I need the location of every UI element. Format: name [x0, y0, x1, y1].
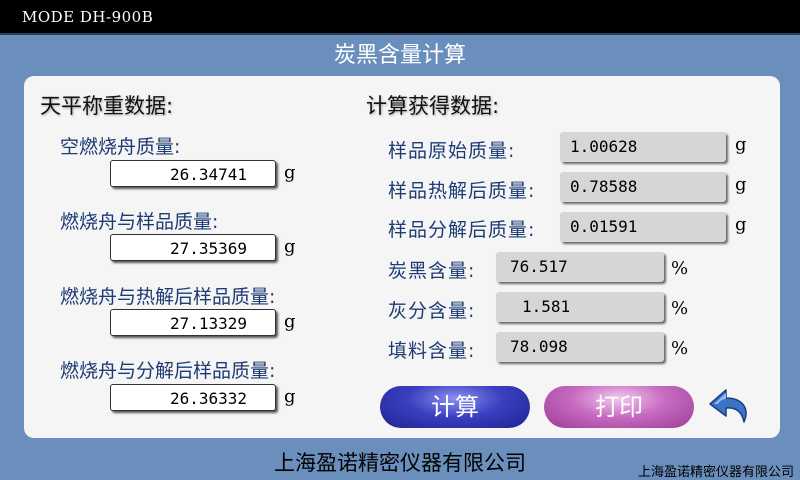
empty-boat-mass-label: 空燃烧舟质量:	[60, 136, 181, 158]
filler-content-value: 78.098	[496, 332, 664, 362]
boat-sample-mass-unit: g	[284, 236, 296, 257]
filler-content-unit: %	[671, 338, 689, 359]
decomposed-mass-label: 样品分解后质量:	[388, 219, 536, 241]
boat-sample-mass-input[interactable]: 27.35369	[110, 234, 276, 261]
boat-pyrolyzed-mass-label: 燃烧舟与热解后样品质量:	[60, 286, 276, 308]
company-name-small: 上海盈诺精密仪器有限公司	[637, 465, 794, 480]
print-button[interactable]: 打印	[544, 386, 694, 428]
calculate-button[interactable]: 计算	[380, 386, 530, 428]
pyrolyzed-mass-value: 0.78588	[560, 172, 726, 202]
boat-decomposed-mass-unit: g	[284, 386, 296, 407]
empty-boat-mass-unit: g	[284, 162, 296, 183]
boat-decomposed-mass-label: 燃烧舟与分解后样品质量:	[60, 360, 276, 382]
calculated-data-heading: 计算获得数据:	[366, 94, 500, 118]
ash-content-label: 灰分含量:	[388, 300, 476, 322]
decomposed-mass-unit: g	[735, 214, 747, 235]
original-mass-value: 1.00628	[560, 132, 726, 162]
carbon-black-content-label: 炭黑含量:	[388, 260, 476, 282]
ash-content-value: 1.581	[496, 292, 664, 322]
main-panel: 天平称重数据: 空燃烧舟质量: 26.34741 g 燃烧舟与样品质量: 27.…	[24, 76, 780, 438]
top-bar: MODE DH-900B	[0, 0, 800, 35]
filler-content-label: 填料含量:	[388, 340, 476, 362]
ash-content-unit: %	[671, 298, 689, 319]
pyrolyzed-mass-unit: g	[735, 174, 747, 195]
weighing-data-heading: 天平称重数据:	[40, 94, 174, 118]
back-arrow-icon[interactable]	[706, 386, 752, 426]
page-title: 炭黑含量计算	[333, 43, 466, 68]
pyrolyzed-mass-label: 样品热解后质量:	[388, 180, 536, 202]
empty-boat-mass-input[interactable]: 26.34741	[110, 160, 276, 187]
boat-decomposed-mass-input[interactable]: 26.36332	[110, 384, 276, 411]
original-mass-unit: g	[735, 134, 747, 155]
carbon-black-content-unit: %	[671, 258, 689, 279]
boat-pyrolyzed-mass-input[interactable]: 27.13329	[110, 309, 276, 336]
original-mass-label: 样品原始质量:	[388, 140, 516, 162]
mode-label: MODE DH-900B	[22, 8, 154, 26]
boat-sample-mass-label: 燃烧舟与样品质量:	[60, 211, 219, 233]
decomposed-mass-value: 0.01591	[560, 212, 726, 242]
carbon-black-content-value: 76.517	[496, 252, 664, 282]
boat-pyrolyzed-mass-unit: g	[284, 311, 296, 332]
